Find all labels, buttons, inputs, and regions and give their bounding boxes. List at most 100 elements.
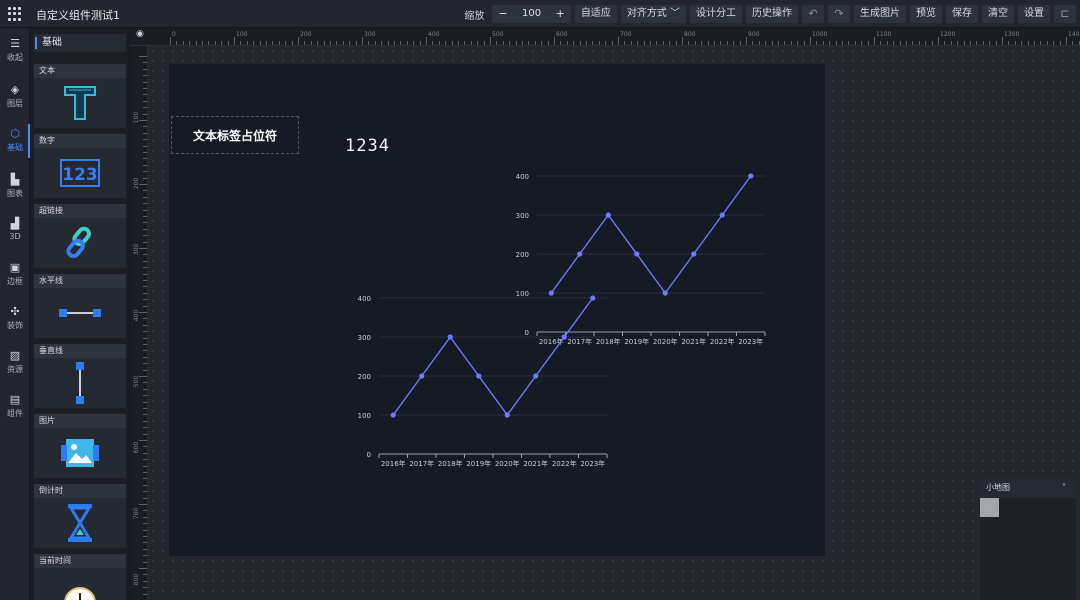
- nav-item-label: 基础: [7, 143, 23, 152]
- ruler-tick-label: 1100: [876, 31, 892, 38]
- ruler-tick-label: 0: [172, 31, 176, 38]
- design-board[interactable]: 文本标签占位符 1234 0 100 200 300 400 2016年 2017年 2018…: [169, 64, 825, 556]
- x-tick-label: 2017年: [409, 459, 434, 468]
- minimap-title: 小地图: [986, 483, 1010, 492]
- data-point[interactable]: [447, 334, 453, 340]
- data-point[interactable]: [476, 373, 482, 379]
- ruler-tick-label: 1300: [1004, 31, 1020, 38]
- component-number[interactable]: 数字 123: [34, 134, 126, 198]
- left-nav: ☰ 收起 ◈ 图层 ⬡ 基础 ▙ 图表 ▟ 3D ▣ 边框 ✣ 装饰 ▨ 资源 ▤ 组件: [0, 28, 30, 600]
- data-point[interactable]: [390, 412, 396, 418]
- text-label-widget[interactable]: 文本标签占位符: [171, 116, 299, 154]
- ruler-tick-label: 700: [620, 31, 632, 38]
- zoom-control: − 100 +: [492, 5, 571, 23]
- component-text[interactable]: 文本: [34, 64, 126, 128]
- chevron-up-icon[interactable]: ˄: [1062, 478, 1066, 498]
- horizontal-line-icon: [59, 309, 101, 317]
- x-tick-label: 2020年: [653, 337, 678, 346]
- ruler-tick-label: 1200: [940, 31, 956, 38]
- undo-icon[interactable]: ↶: [802, 5, 824, 23]
- digit-widget[interactable]: 1234: [345, 136, 390, 156]
- data-point[interactable]: [504, 412, 510, 418]
- data-point[interactable]: [561, 334, 567, 340]
- ruler-tick-label: 100: [236, 31, 248, 38]
- data-point[interactable]: [634, 251, 640, 257]
- nav-item-7[interactable]: ▨ 资源: [0, 344, 30, 384]
- clear-button[interactable]: 清空: [982, 5, 1014, 23]
- line-chart-lower[interactable]: 01002003004002016年 2017年 2018年 2019年 2020年 20…: [341, 286, 621, 476]
- y-tick-label: 0: [367, 451, 371, 459]
- ruler-tick-label: 300: [133, 243, 141, 256]
- nav-item-label: 图层: [7, 99, 23, 108]
- chart-icon: ▙: [10, 173, 20, 186]
- nav-item-4[interactable]: ▟ 3D: [0, 212, 30, 252]
- data-point[interactable]: [605, 212, 611, 218]
- preview-button[interactable]: 预览: [910, 5, 942, 23]
- fit-button[interactable]: 自适应: [574, 5, 617, 23]
- clock-icon: [64, 587, 96, 600]
- component-countdown[interactable]: 倒计时: [34, 484, 126, 548]
- x-tick-label: 2023年: [738, 337, 763, 346]
- ruler-tick-label: 800: [133, 573, 141, 586]
- ruler-tick-label: 900: [748, 31, 760, 38]
- redo-icon[interactable]: ↷: [828, 5, 850, 23]
- component-hyperlink[interactable]: 超链接: [34, 204, 126, 268]
- component-vertical-line[interactable]: 垂直线: [34, 344, 126, 408]
- data-point[interactable]: [662, 290, 668, 296]
- panel-toggle-icon[interactable]: ⊏: [1054, 5, 1076, 23]
- data-point[interactable]: [419, 373, 425, 379]
- nav-item-6[interactable]: ✣ 装饰: [0, 300, 30, 340]
- component-image[interactable]: 图片: [34, 414, 126, 478]
- generate-image-button[interactable]: 生成图片: [854, 5, 906, 23]
- component-horizontal-line[interactable]: 水平线: [34, 274, 126, 338]
- minimap: 小地图 ˄: [980, 478, 1076, 600]
- data-point[interactable]: [577, 251, 583, 257]
- link-icon: [66, 226, 91, 259]
- align-dropdown[interactable]: 对齐方式 ﹀: [620, 5, 686, 23]
- x-tick-label: 2021年: [523, 459, 548, 468]
- data-point[interactable]: [719, 212, 725, 218]
- picture-icon: [61, 439, 99, 467]
- x-tick-label: 2021年: [681, 337, 706, 346]
- nav-item-3[interactable]: ▙ 图表: [0, 168, 30, 208]
- svg-text:123: 123: [62, 165, 98, 185]
- data-point[interactable]: [691, 251, 697, 257]
- nav-item-label: 资源: [7, 365, 23, 374]
- component-current-time[interactable]: 当前时间: [34, 554, 126, 600]
- component-label: 当前时间: [34, 554, 126, 568]
- history-button[interactable]: 历史操作: [746, 5, 798, 23]
- nav-item-1[interactable]: ◈ 图层: [0, 78, 30, 118]
- data-point[interactable]: [590, 295, 596, 301]
- canvas-area[interactable]: 文本标签占位符 1234 0 100 200 300 400 2016年 2017年 2018…: [148, 46, 1080, 600]
- minimap-viewport[interactable]: [980, 498, 999, 517]
- layers-icon: ◈: [10, 83, 20, 96]
- nav-item-label: 组件: [7, 409, 23, 418]
- nav-item-label: 3D: [9, 232, 21, 241]
- border-icon: ▣: [9, 261, 21, 274]
- number-123-icon: 123: [60, 159, 100, 187]
- zoom-label: 缩放: [464, 10, 485, 22]
- component-label: 垂直线: [34, 344, 126, 358]
- panel-title: 基础: [34, 34, 126, 52]
- nav-item-5[interactable]: ▣ 边框: [0, 256, 30, 296]
- app-grid-icon[interactable]: [8, 7, 22, 21]
- y-tick-label: 300: [516, 212, 529, 220]
- ruler-horizontal: ◉ 0 100 200 300 400 500 600 700 800 900 1000 1100 12…: [130, 28, 1080, 46]
- data-point[interactable]: [748, 173, 754, 179]
- ruler-tick-label: 600: [133, 441, 141, 454]
- zoom-value-input[interactable]: 100: [514, 5, 550, 23]
- zoom-in-button[interactable]: +: [550, 5, 571, 23]
- nav-item-2[interactable]: ⬡ 基础: [0, 122, 30, 162]
- settings-button[interactable]: 设置: [1018, 5, 1050, 23]
- ruler-tick-label: 100: [133, 111, 141, 124]
- nav-item-0[interactable]: ☰ 收起: [0, 32, 30, 72]
- nav-item-8[interactable]: ▤ 组件: [0, 388, 30, 428]
- zoom-out-button[interactable]: −: [492, 5, 513, 23]
- data-point[interactable]: [533, 373, 539, 379]
- component-label: 倒计时: [34, 484, 126, 498]
- eye-icon[interactable]: ◉: [136, 29, 144, 39]
- design-division-button[interactable]: 设计分工: [690, 5, 742, 23]
- nav-item-label: 图表: [7, 189, 23, 198]
- y-tick-label: 100: [358, 412, 371, 420]
- save-button[interactable]: 保存: [946, 5, 978, 23]
